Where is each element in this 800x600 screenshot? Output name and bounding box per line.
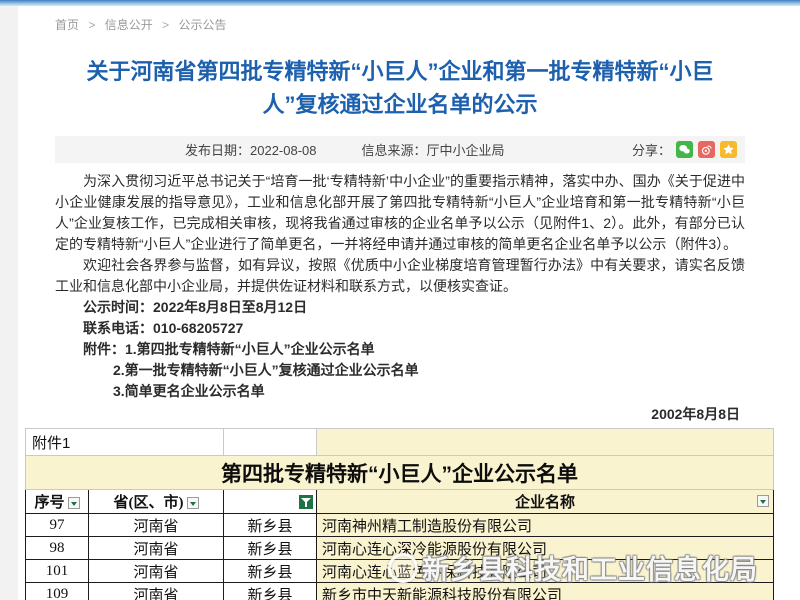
article-body: 为深入贯彻习近平总书记关于“培育一批‘专精特新’中小企业”的重要指示精神，落实中… <box>55 171 745 425</box>
top-nav-edge <box>0 0 800 6</box>
table-row: 98河南省新乡县河南心连心深冷能源股份有限公司 <box>26 537 774 560</box>
table-cell: 97 <box>26 514 89 537</box>
table-cell: 新乡市中天新能源科技股份有限公司 <box>317 583 774 600</box>
breadcrumb-separator: > <box>88 18 95 32</box>
wechat-icon[interactable] <box>676 141 693 158</box>
sheet-empty-cell <box>317 429 774 456</box>
column-header-province: 省(区、市) <box>89 490 224 514</box>
column-header-label: 序号 <box>34 495 64 511</box>
table-row: 101河南省新乡县河南心连心蓝色环保科技有限公司 <box>26 560 774 583</box>
table-row: 97河南省新乡县河南神州精工制造股份有限公司 <box>26 514 774 537</box>
info-source: 信息来源：厅中小企业局 <box>362 140 505 159</box>
attachment-item-1: 1.第四批专精特新“小巨人”企业公示名单 <box>125 341 375 357</box>
favorite-star-icon[interactable] <box>720 141 737 158</box>
table-cell: 98 <box>26 537 89 560</box>
table-cell: 新乡县 <box>224 560 317 583</box>
column-header-county <box>224 490 317 514</box>
publish-date-value: 2022-08-08 <box>250 143 317 158</box>
table-cell: 新乡县 <box>224 514 317 537</box>
table-cell: 河南省 <box>89 560 224 583</box>
table-cell: 河南神州精工制造股份有限公司 <box>317 514 774 537</box>
table-cell: 河南省 <box>89 537 224 560</box>
sheet-empty-cell <box>224 429 317 456</box>
filter-dropdown-icon[interactable] <box>757 495 769 507</box>
notice-time: 公示时间：2022年8月8日至8月12日 <box>55 297 745 318</box>
table-cell: 河南省 <box>89 514 224 537</box>
breadcrumb-notice-link[interactable]: 公示公告 <box>178 18 226 32</box>
breadcrumb-home-link[interactable]: 首页 <box>55 18 79 32</box>
attachment-table: 附件1 第四批专精特新“小巨人”企业公示名单 序号 省(区、市) 企业名称 97… <box>25 428 773 600</box>
info-source-value: 厅中小企业局 <box>427 143 505 158</box>
page-title: 关于河南省第四批专精特新“小巨人”企业和第一批专精特新“小巨人”复核通过企业名单… <box>76 55 724 121</box>
article-paragraph: 欢迎社会各界参与监督，如有异议，按照《优质中小企业梯度培育管理暂行办法》中有关要… <box>55 255 745 297</box>
table-row: 109河南省新乡县新乡市中天新能源科技股份有限公司 <box>26 583 774 600</box>
column-header-label: 省(区、市) <box>114 495 184 511</box>
attachment-label: 附件： <box>83 341 125 357</box>
attachment-item-2: 2.第一批专精特新“小巨人”复核通过企业公示名单 <box>55 360 745 381</box>
sheet-corner-row: 附件1 <box>26 429 774 456</box>
filter-dropdown-icon[interactable] <box>68 497 80 509</box>
article-paragraph: 为深入贯彻习近平总书记关于“培育一批‘专精特新’中小企业”的重要指示精神，落实中… <box>55 171 745 255</box>
column-header-company: 企业名称 <box>317 490 774 514</box>
attachment-item-3: 3.简单更名企业公示名单 <box>55 381 745 402</box>
table-cell: 河南心连心蓝色环保科技有限公司 <box>317 560 774 583</box>
table-title-row: 第四批专精特新“小巨人”企业公示名单 <box>26 456 774 490</box>
attachment-list: 附件：1.第四批专精特新“小巨人”企业公示名单 2.第一批专精特新“小巨人”复核… <box>55 339 745 402</box>
info-source-label: 信息来源： <box>362 143 427 158</box>
filter-dropdown-icon[interactable] <box>187 497 199 509</box>
publish-date-label: 发布日期： <box>185 143 250 158</box>
sheet-corner-label: 附件1 <box>26 429 224 456</box>
table-cell: 101 <box>26 560 89 583</box>
meta-bar: 发布日期：2022-08-08 信息来源：厅中小企业局 分享： <box>55 136 745 163</box>
table-cell: 109 <box>26 583 89 600</box>
breadcrumb-separator: > <box>162 18 169 32</box>
table-cell: 新乡县 <box>224 583 317 600</box>
attachment-item: 附件：1.第四批专精特新“小巨人”企业公示名单 <box>55 339 745 360</box>
breadcrumb-info-link[interactable]: 信息公开 <box>105 18 153 32</box>
share-label: 分享： <box>632 140 671 159</box>
breadcrumb: 首页 > 信息公开 > 公示公告 <box>0 6 800 33</box>
column-header-index: 序号 <box>26 490 89 514</box>
column-header-label: 企业名称 <box>515 495 575 511</box>
table-cell: 新乡县 <box>224 537 317 560</box>
table-body: 97河南省新乡县河南神州精工制造股份有限公司98河南省新乡县河南心连心深冷能源股… <box>26 514 774 600</box>
share-bar: 分享： <box>632 140 745 159</box>
table-cell: 河南省 <box>89 583 224 600</box>
table-cell: 河南心连心深冷能源股份有限公司 <box>317 537 774 560</box>
publish-date: 发布日期：2022-08-08 <box>185 140 317 159</box>
table-title: 第四批专精特新“小巨人”企业公示名单 <box>26 456 774 490</box>
weibo-icon[interactable] <box>698 141 715 158</box>
contact-phone: 联系电话：010-68205727 <box>55 318 745 339</box>
filter-active-icon[interactable] <box>299 495 313 509</box>
table-header-row: 序号 省(区、市) 企业名称 <box>26 490 774 514</box>
page-left-gutter <box>0 0 18 600</box>
sign-date: 2002年8月8日 <box>55 404 745 425</box>
